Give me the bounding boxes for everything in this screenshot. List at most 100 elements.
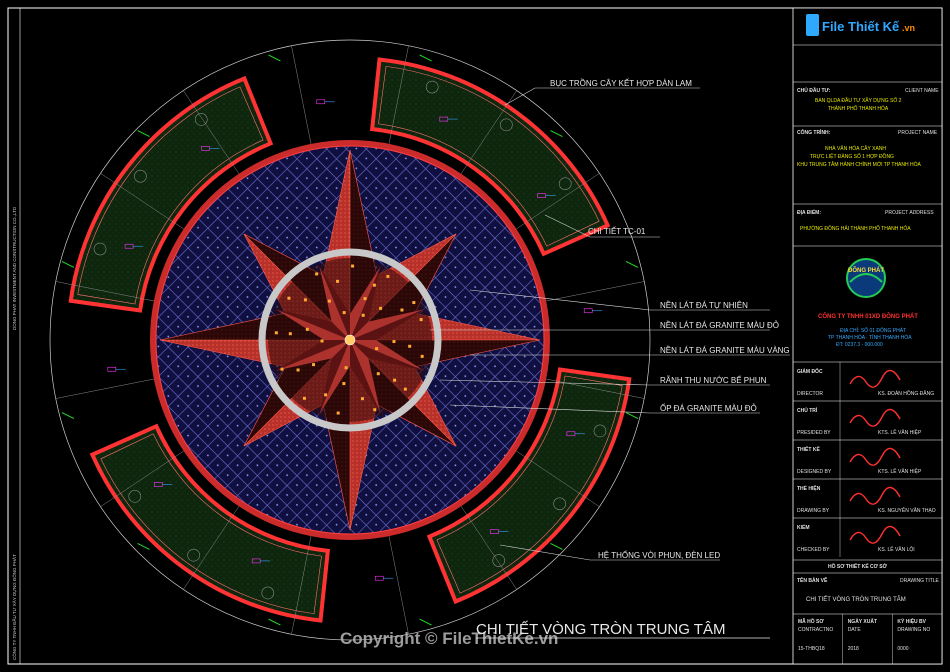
- sheet-title-label: TÊN BẢN VẼ: [797, 576, 828, 584]
- footer-value: 15-THBQ18: [798, 646, 825, 652]
- sign-role: CHỦ TRÌ: [797, 406, 818, 414]
- led-light: [274, 331, 278, 335]
- level-marker: [374, 575, 384, 581]
- location-label-en: PROJECT ADDRESS: [885, 210, 934, 216]
- footer-label: KÝ HIỆU BV: [897, 617, 926, 625]
- level-marker: [107, 366, 117, 372]
- led-light: [376, 372, 380, 376]
- company-logo: ĐÔNG PHÁT: [846, 258, 886, 298]
- footer-label-en: DRAWING NO: [897, 627, 930, 633]
- led-light: [360, 397, 364, 401]
- level-marker: [316, 99, 326, 105]
- led-light: [305, 327, 309, 331]
- project-line-2: TRỰC LIỆT ĐÀNG SỐ 1 HỢP ĐỒNG: [810, 152, 894, 160]
- project-line-1: NHÀ VĂN HÓA CÂY XANH: [825, 145, 886, 152]
- radial-line: [388, 536, 409, 635]
- dimension-tick: [268, 618, 281, 626]
- design-phase: HỒ SƠ THIẾT KẾ CƠ SỞ: [828, 563, 888, 570]
- sign-role-en: DIRECTOR: [797, 391, 823, 397]
- dimension-tick: [137, 543, 150, 550]
- central-circle-plan: [49, 39, 651, 641]
- led-light: [296, 368, 300, 372]
- led-light: [280, 367, 284, 371]
- led-light: [336, 279, 340, 283]
- dimension-tick: [419, 618, 432, 626]
- sign-name: KTS. LÊ VĂN HIỆP: [878, 428, 922, 436]
- callout-yellow-granite: NỀN LÁT ĐÁ GRANITE MÀU VÀNG: [660, 345, 790, 355]
- sign-name: KS. NGUYỄN VĂN THẠO: [878, 507, 936, 514]
- sign-role: GIÁM ĐỐC: [797, 368, 823, 375]
- company-address-2: TP THANH HÓA · TỈNH THANH HÓA: [828, 334, 912, 341]
- callout-detail: CHI TIẾT TC-01: [588, 226, 646, 236]
- led-light: [336, 411, 340, 415]
- callout-planter: BỤC TRỒNG CÂY KẾT HỢP DÀN LAM: [550, 78, 692, 88]
- callout-red-granite: NỀN LÁT ĐÁ GRANITE MÀU ĐỎ: [660, 320, 779, 330]
- led-light: [344, 366, 348, 370]
- dimension-tick: [625, 412, 639, 420]
- led-light: [303, 298, 307, 302]
- led-light: [412, 301, 416, 305]
- callout-fountain: HỆ THỐNG VÒI PHUN, ĐÈN LED: [598, 550, 720, 560]
- dimension-tick: [419, 54, 432, 62]
- callout-natural-stone: NỀN LÁT ĐÁ TỰ NHIÊN: [660, 300, 748, 310]
- sign-role: THỂ HIỆN: [797, 484, 821, 492]
- owner-line-1: BAN QLDA ĐẦU TƯ XÂY DỰNG SỐ 2: [815, 97, 902, 104]
- led-light: [420, 354, 424, 358]
- project-label-en: PROJECT NAME: [898, 130, 938, 136]
- led-light: [315, 272, 319, 276]
- location-label: ĐỊA ĐIỂM:: [797, 209, 821, 216]
- dimension-tick: [61, 260, 75, 268]
- sign-role-en: DRAWING BY: [797, 508, 830, 514]
- radial-line: [291, 45, 312, 144]
- footer-label-en: DATE: [848, 627, 862, 633]
- sign-name: KS. LÊ VĂN LỘI: [878, 545, 915, 553]
- location-value: PHƯỜNG ĐÔNG HẢI THÀNH PHỐ THANH HÓA: [800, 225, 911, 232]
- dimension-tick: [137, 130, 150, 137]
- led-light: [375, 347, 379, 351]
- led-light: [287, 296, 291, 300]
- sign-name: KTS. LÊ VĂN HIỆP: [878, 467, 922, 475]
- callout-cladding: ỐP ĐÁ GRANITE MÀU ĐỎ: [660, 403, 757, 413]
- callout-drain: RÃNH THU NƯỚC BỂ PHUN: [660, 376, 767, 385]
- led-light: [320, 339, 324, 343]
- radial-line: [55, 378, 154, 399]
- led-light: [408, 344, 412, 348]
- led-light: [403, 387, 407, 391]
- project-line-3: KHU TRUNG TÂM HÀNH CHÍNH MỚI TP THANH HÓ…: [797, 161, 922, 168]
- sign-role-en: CHECKED BY: [797, 547, 830, 553]
- led-light: [386, 274, 390, 278]
- footer-label-en: CONTRACTNO: [798, 627, 833, 633]
- sign-role-en: PRESIDED BY: [797, 430, 831, 436]
- sign-name: KS. ĐOÀN HỒNG ĐĂNG: [878, 390, 934, 397]
- sign-role: KIỂM: [797, 524, 810, 531]
- owner-label-en: CLIENT NAME: [905, 88, 939, 94]
- footer-label: MÃ HỒ SƠ: [798, 618, 824, 625]
- owner-label: CHỦ ĐẦU TƯ:: [797, 87, 831, 94]
- sign-role-en: DESIGNED BY: [797, 469, 832, 475]
- dimension-tick: [268, 54, 281, 62]
- drawing-title: CHI TIẾT VÒNG TRÒN TRUNG TÂM: [476, 621, 725, 638]
- dimension-tick: [625, 260, 639, 268]
- footer-value: 0000: [897, 646, 908, 652]
- owner-line-2: THÀNH PHỐ THANH HÓA: [828, 105, 889, 112]
- company-logo-text: ĐÔNG PHÁT: [848, 266, 884, 274]
- led-light: [363, 297, 367, 301]
- site-logo-suffix: .vn: [902, 23, 915, 33]
- led-light: [400, 308, 404, 312]
- led-light: [288, 332, 292, 336]
- led-light: [372, 283, 376, 287]
- sign-role: THIẾT KẾ: [797, 446, 820, 453]
- title-block: File Thiết Kế .vn CHỦ ĐẦU TƯ: CLIENT NAM…: [792, 7, 943, 665]
- radial-line: [546, 281, 645, 302]
- led-light: [419, 318, 423, 322]
- led-light: [373, 408, 377, 412]
- sheet-title-label-en: DRAWING TITLE: [900, 578, 940, 584]
- dimension-tick: [550, 130, 563, 137]
- company-address-3: ĐT: 0237.3 - 000.000: [836, 342, 883, 348]
- led-light: [302, 396, 306, 400]
- side-company-vn: CÔNG TY TNHH ĐẦU TƯ XÂY DỰNG ĐÔNG PHÁT: [11, 554, 17, 660]
- led-light: [361, 313, 365, 317]
- sheet-title: CHI TIẾT VÒNG TRÒN TRUNG TÂM: [806, 596, 906, 603]
- footer-label: NGÀY XUẤT: [848, 618, 877, 625]
- center-fountain-nozzle: [344, 334, 356, 346]
